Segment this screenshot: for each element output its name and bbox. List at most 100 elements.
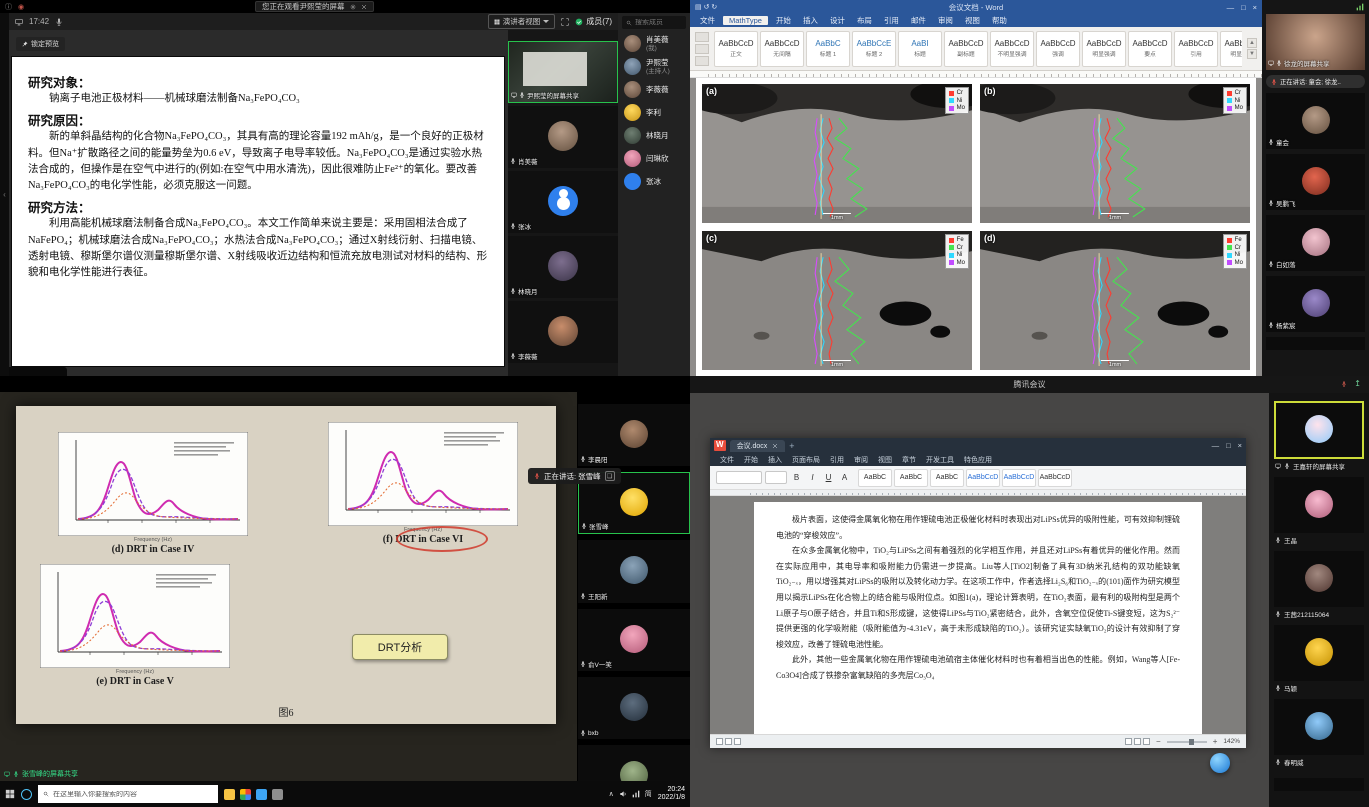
zoom-slider[interactable] — [1167, 741, 1207, 743]
menu-tab[interactable]: 页面布局 — [787, 455, 825, 465]
taskbar-app-icons[interactable] — [224, 789, 283, 800]
assistant-floating-ball[interactable] — [1210, 753, 1230, 773]
maximize-button[interactable]: □ — [1226, 441, 1231, 450]
style-item[interactable]: AaBbCcD — [1002, 469, 1036, 487]
mic-icon[interactable] — [55, 18, 63, 26]
participant-video-thumbnail[interactable]: 王阳新 — [578, 540, 690, 602]
mic-icon[interactable] — [1341, 381, 1347, 387]
font-size-select[interactable] — [765, 471, 787, 484]
menu-tab[interactable]: 章节 — [897, 455, 921, 465]
sem-figure-a[interactable]: (a) CrNiMo 1mm — [702, 84, 972, 223]
style-item[interactable]: AaBbCcD 引用 — [1174, 31, 1218, 67]
style-item[interactable]: AaBbCcD 副标题 — [944, 31, 988, 67]
underline-button[interactable]: U — [822, 471, 835, 484]
participant-video-thumbnail[interactable]: bxb — [578, 677, 690, 739]
record-icon[interactable]: ◉ — [18, 3, 24, 11]
menu-tab[interactable]: 帮助 — [986, 15, 1013, 26]
pin-preview-button[interactable]: 锁定预览 — [16, 37, 65, 51]
menu-tab[interactable]: 视图 — [873, 455, 897, 465]
member-row[interactable]: 肖美薇 (我) — [618, 32, 690, 55]
taskbar-clock[interactable]: 20:24 2022/1/8 — [658, 786, 685, 803]
style-item[interactable]: AaBbCcD — [966, 469, 1000, 487]
style-item[interactable]: AaBbCcD 不明显强调 — [990, 31, 1034, 67]
ribbon-group-icons[interactable] — [695, 32, 709, 66]
style-item[interactable]: AaBbC — [894, 469, 928, 487]
document-page[interactable]: 极片表面，这使得金属氧化物在用作锂硫电池正极催化材料时表现出对LiPSs优异的吸… — [754, 502, 1202, 734]
style-item[interactable]: AaBbCcD 明显强调 — [1082, 31, 1126, 67]
font-color-button[interactable]: A — [838, 471, 851, 484]
cortana-icon[interactable] — [21, 789, 32, 800]
zoom-out-button[interactable]: − — [1156, 737, 1161, 746]
participant-video-thumbnail[interactable]: 俞V一笑 — [578, 609, 690, 671]
quick-access-toolbar[interactable]: ▤ ↺ ↻ — [695, 3, 717, 11]
screen-share-thumbnail[interactable]: 尹熙莹的屏幕共享 — [508, 41, 618, 103]
style-item[interactable]: AaBbC 标题 1 — [806, 31, 850, 67]
system-tray[interactable]: ∧ 简 — [609, 789, 652, 799]
language-indicator[interactable]: 简 — [645, 789, 652, 799]
close-button[interactable]: × — [1238, 441, 1242, 450]
sem-figure-b[interactable]: (b) CrNiMo 1mm — [980, 84, 1250, 223]
view-mode-button[interactable]: 演讲者视图 — [488, 14, 556, 29]
minimize-button[interactable]: — — [1227, 3, 1235, 12]
font-family-select[interactable] — [716, 471, 762, 484]
participant-video-thumbnail[interactable]: 张冰 — [508, 171, 618, 233]
style-item[interactable]: AaBbCcD 无间隔 — [760, 31, 804, 67]
fullscreen-icon[interactable] — [561, 18, 569, 26]
style-item[interactable]: AaBbCcD 明显引用 — [1220, 31, 1242, 67]
menu-tab[interactable]: 文件 — [694, 15, 721, 26]
style-item[interactable]: AaBbC — [858, 469, 892, 487]
speaker-icon[interactable] — [619, 790, 627, 798]
menu-tab[interactable]: 插入 — [797, 15, 824, 26]
style-item[interactable]: AaBbCcE 标题 2 — [852, 31, 896, 67]
style-item[interactable]: AaBbCcD 强调 — [1036, 31, 1080, 67]
collapse-handle[interactable]: ‹ — [0, 13, 9, 376]
menu-tab[interactable]: 设计 — [824, 15, 851, 26]
members-count[interactable]: 成员(7) — [575, 16, 612, 27]
member-row[interactable]: 林晓月 — [618, 124, 690, 147]
participant-video-thumbnail[interactable]: 白如落 — [1266, 215, 1365, 271]
close-button[interactable]: × — [1253, 3, 1257, 12]
close-tab-icon[interactable] — [772, 443, 778, 449]
participant-video-thumbnail[interactable]: 肖美薇 — [508, 106, 618, 168]
style-item[interactable]: AaBbCcD — [1038, 469, 1072, 487]
member-row[interactable]: 闫琳欣 — [618, 147, 690, 170]
status-left-icons[interactable] — [716, 738, 741, 745]
menu-tab[interactable]: 引用 — [825, 455, 849, 465]
network-icon[interactable] — [632, 790, 640, 798]
menu-tab[interactable]: 开始 — [770, 15, 797, 26]
taskbar-search-input[interactable] — [53, 791, 213, 798]
menu-tab[interactable]: 文件 — [715, 455, 739, 465]
taskbar-search-box[interactable] — [38, 785, 218, 803]
participant-video-thumbnail[interactable]: 杨紫宸 — [1266, 276, 1365, 332]
view-mode-buttons[interactable] — [1125, 738, 1150, 745]
close-icon[interactable] — [361, 4, 367, 10]
italic-button[interactable]: I — [806, 471, 819, 484]
participant-video-thumbnail[interactable]: 林晓月 — [508, 236, 618, 298]
style-item[interactable]: AaBbC — [930, 469, 964, 487]
participant-video-thumbnail[interactable] — [1274, 551, 1364, 607]
menu-tab[interactable]: 引用 — [878, 15, 905, 26]
participant-video-thumbnail[interactable]: 李薇薇 — [508, 301, 618, 363]
menu-tab[interactable]: 布局 — [851, 15, 878, 26]
participant-video-thumbnail[interactable] — [1274, 699, 1364, 755]
member-row[interactable]: 张冰 — [618, 170, 690, 193]
minimize-button[interactable]: — — [1212, 441, 1220, 450]
document-tab[interactable]: 会议.docx — [730, 440, 786, 452]
screen-share-thumbnail[interactable]: 徐龙的屏幕共享 — [1266, 14, 1365, 70]
screen-share-thumbnail[interactable] — [1274, 401, 1364, 459]
style-item[interactable]: AaBI 标题 — [898, 31, 942, 67]
participant-video-thumbnail[interactable]: 吴鹏飞 — [1266, 154, 1365, 210]
member-row[interactable]: 李利 — [618, 101, 690, 124]
menu-tab[interactable]: 插入 — [763, 455, 787, 465]
menu-tab[interactable]: 开发工具 — [921, 455, 959, 465]
pill-expand-button[interactable]: ❏ — [605, 471, 615, 481]
menu-tab[interactable]: 特色应用 — [959, 455, 997, 465]
maximize-button[interactable]: □ — [1241, 3, 1246, 12]
style-item[interactable]: AaBbCcD 要点 — [1128, 31, 1172, 67]
menu-tab[interactable]: 开始 — [739, 455, 763, 465]
participant-video-thumbnail[interactable] — [1274, 477, 1364, 533]
style-item[interactable]: AaBbCcD 正文 — [714, 31, 758, 67]
member-row[interactable]: 李薇薇 — [618, 78, 690, 101]
info-icon[interactable]: ⓘ — [5, 2, 12, 12]
new-tab-button[interactable]: + — [789, 441, 794, 451]
